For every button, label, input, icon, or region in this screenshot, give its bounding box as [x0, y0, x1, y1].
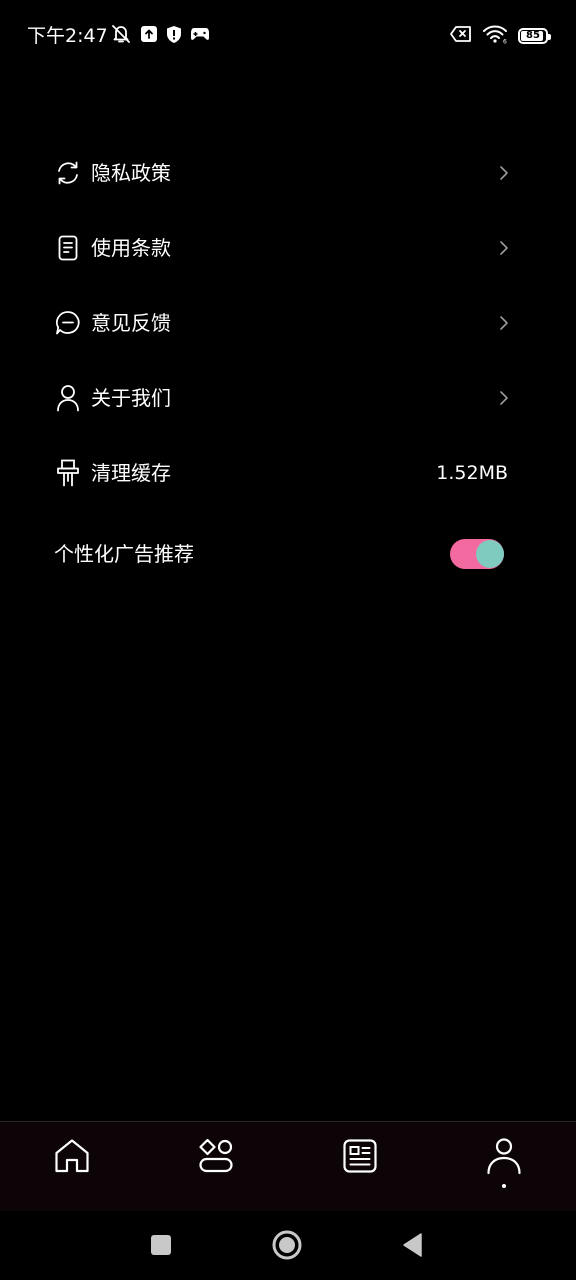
- settings-item-terms-of-use[interactable]: 使用条款: [0, 210, 576, 285]
- nav-category-button[interactable]: [196, 1136, 236, 1176]
- chevron-right-icon: [500, 165, 508, 180]
- system-navigation-bar: [0, 1211, 576, 1280]
- back-button[interactable]: [396, 1228, 430, 1262]
- brush-icon: [54, 459, 82, 487]
- svg-text:6: 6: [503, 39, 507, 45]
- toggle-knob: [476, 540, 504, 568]
- nav-home-button[interactable]: [52, 1136, 92, 1176]
- status-time: 下午2:47: [27, 25, 108, 47]
- chat-bubble-icon: [54, 309, 82, 337]
- settings-item-label: 个性化广告推荐: [54, 542, 194, 566]
- home-button[interactable]: [270, 1228, 304, 1262]
- news-icon: [343, 1139, 377, 1173]
- home-icon: [55, 1139, 89, 1173]
- triangle-back-icon: [403, 1233, 422, 1257]
- settings-item-about-us[interactable]: 关于我们: [0, 360, 576, 435]
- settings-item-label: 清理缓存: [91, 460, 171, 485]
- bottom-navigation: [0, 1121, 576, 1211]
- settings-item-personalized-ads: 个性化广告推荐: [0, 510, 576, 598]
- nav-profile-button[interactable]: [484, 1136, 524, 1176]
- category-icon: [199, 1138, 233, 1173]
- settings-item-clear-cache[interactable]: 清理缓存 1.52MB: [0, 435, 576, 510]
- wifi-icon: 6: [482, 24, 508, 48]
- status-icons-left: [110, 24, 210, 48]
- battery-icon: 85: [518, 28, 551, 44]
- chevron-right-icon: [500, 390, 508, 405]
- settings-item-label: 隐私政策: [91, 160, 171, 185]
- cache-size-value: 1.52MB: [436, 461, 508, 484]
- sim-error-icon: [450, 25, 472, 47]
- status-icons-right: 6 85: [450, 24, 551, 48]
- upload-icon: [140, 25, 158, 47]
- refresh-icon: [54, 159, 82, 187]
- settings-item-feedback[interactable]: 意见反馈: [0, 285, 576, 360]
- active-tab-indicator: [502, 1184, 506, 1188]
- recents-button[interactable]: [144, 1228, 178, 1262]
- profile-icon: [487, 1138, 521, 1175]
- square-icon: [151, 1235, 171, 1255]
- chevron-right-icon: [500, 240, 508, 255]
- settings-item-label: 关于我们: [91, 385, 171, 410]
- person-icon: [54, 384, 82, 412]
- nav-news-button[interactable]: [340, 1136, 380, 1176]
- mute-bell-icon: [110, 23, 132, 49]
- battery-level-text: 85: [526, 30, 540, 41]
- game-controller-icon: [190, 26, 210, 46]
- settings-list: 隐私政策 使用条款 意见反馈 关于我们 清理缓存 1.52MB 个性化广告推荐: [0, 135, 576, 598]
- document-icon: [54, 234, 82, 262]
- status-bar: 下午2:47 6 85: [0, 0, 576, 72]
- circle-icon: [272, 1230, 302, 1260]
- settings-item-label: 意见反馈: [91, 310, 171, 335]
- settings-item-label: 使用条款: [91, 235, 171, 260]
- settings-item-privacy-policy[interactable]: 隐私政策: [0, 135, 576, 210]
- personalized-ads-toggle[interactable]: [450, 539, 504, 569]
- chevron-right-icon: [500, 315, 508, 330]
- shield-icon: [166, 25, 182, 48]
